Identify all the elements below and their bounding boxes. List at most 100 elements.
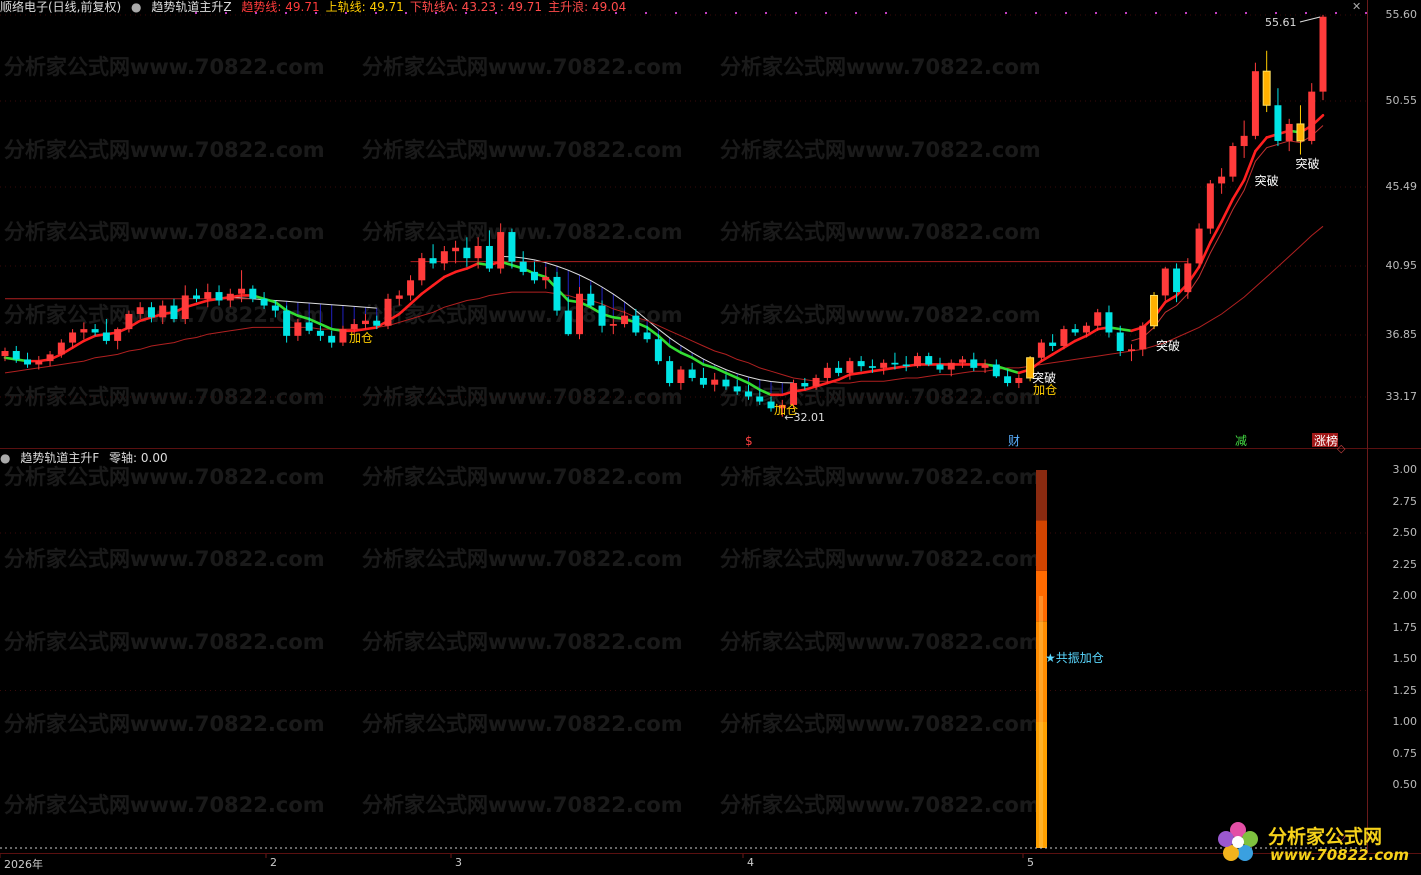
panel-divider[interactable] — [0, 448, 1421, 449]
candle-down — [519, 261, 527, 272]
price-chart[interactable]: 加仓加仓突破加仓突破突破突破55.61←32.01$ 财减涨榜★共振加仓 — [0, 0, 1421, 875]
event-marker: $ — [745, 434, 753, 448]
price-tick: 33.17 — [1385, 390, 1418, 403]
marker-dot — [1125, 12, 1127, 14]
marker-dot — [735, 12, 737, 14]
candle-down — [91, 329, 99, 333]
candle-down — [992, 364, 1000, 377]
marker-dot — [345, 12, 347, 14]
candle-down — [902, 364, 910, 367]
trend-line-segment — [443, 270, 457, 279]
candle-down — [936, 364, 944, 370]
candle-up — [339, 329, 347, 343]
candle-up — [823, 367, 831, 378]
marker-dot — [1305, 12, 1307, 14]
candle-down — [699, 377, 707, 385]
candle-down — [1274, 105, 1282, 141]
candle-down — [688, 369, 696, 378]
candle-down — [429, 258, 437, 264]
trend-line-segment — [195, 299, 210, 306]
marker-dot — [765, 12, 767, 14]
trend-line-segment — [871, 368, 885, 373]
candle-up — [542, 276, 550, 281]
oscillator-tick: 1.75 — [1392, 620, 1418, 634]
candle-up — [69, 332, 77, 343]
marker-dot — [285, 12, 287, 14]
trend-line-segment — [679, 351, 694, 360]
trend-line-segment — [420, 284, 435, 296]
candle-up — [1251, 71, 1259, 136]
marker-dot — [315, 12, 317, 14]
candle-down — [102, 332, 110, 341]
candle-up — [621, 315, 629, 325]
candle-up — [384, 298, 392, 326]
oscillator-tick: 0.75 — [1392, 746, 1418, 760]
marker-dot — [1335, 12, 1337, 14]
candle-down — [835, 367, 843, 373]
candle-down — [485, 245, 493, 269]
trend-line-segment — [296, 314, 311, 321]
candle-down — [373, 320, 381, 326]
candle-up — [677, 369, 685, 384]
candle-down — [1105, 312, 1113, 333]
oscillator-bar — [1036, 520, 1047, 571]
candle-up — [226, 293, 234, 301]
x-axis-line — [0, 853, 1421, 854]
high-price-label: 55.61 — [1265, 16, 1297, 29]
candle-up — [294, 322, 302, 336]
candle-up — [452, 247, 460, 252]
event-marker: 财 — [1008, 434, 1020, 448]
candle-up — [1037, 342, 1045, 358]
candle-down — [857, 361, 865, 367]
marker-dot — [1245, 12, 1247, 14]
trend-line-segment — [690, 356, 705, 366]
close-icon[interactable]: ✕ — [1352, 0, 1361, 13]
candle-up — [981, 364, 989, 368]
candle-up — [1319, 16, 1327, 92]
trend-line-segment — [1220, 197, 1235, 223]
candle-up — [361, 320, 369, 325]
marker-dot — [195, 12, 197, 14]
trend-line-segment — [859, 369, 874, 375]
trend-line-segment — [893, 364, 908, 370]
candle-up — [474, 245, 482, 259]
date-tick: 2026年 — [4, 858, 43, 871]
candle-down — [170, 305, 178, 320]
candle-down — [328, 335, 336, 343]
marker-dot — [1215, 12, 1217, 14]
oscillator-tick: 3.00 — [1392, 463, 1418, 476]
marker-dot — [795, 12, 797, 14]
trend-line-segment — [735, 376, 750, 385]
marker-dot — [1065, 12, 1067, 14]
candle-up — [711, 379, 719, 385]
oscillator-tick: 2.00 — [1392, 589, 1418, 602]
trend-line-segment — [1231, 178, 1246, 201]
flower-icon — [1216, 820, 1260, 864]
logo-title: 分析家公式网 — [1268, 826, 1383, 848]
marker-dot — [435, 12, 437, 14]
signal-candle — [1262, 70, 1271, 106]
resonance-annotation: ★共振加仓 — [1045, 651, 1104, 665]
low-price-label: ←32.01 — [784, 411, 825, 424]
price-tick: 45.49 — [1385, 180, 1418, 193]
oscillator-tick: 2.75 — [1392, 494, 1418, 508]
candle-up — [1229, 146, 1237, 177]
candle-down — [305, 322, 313, 331]
oscillator-tick: 1.50 — [1392, 652, 1418, 665]
trend-line-segment — [454, 267, 469, 274]
candle-up — [913, 356, 921, 367]
candle-up — [418, 258, 426, 281]
trend-line-segment — [668, 344, 683, 354]
candle-up — [57, 342, 65, 355]
candle-up — [880, 362, 888, 368]
candle-up — [959, 359, 967, 363]
trend-line-segment — [465, 262, 480, 270]
candle-up — [1128, 349, 1135, 352]
scroll-icon[interactable]: ◇ — [1337, 442, 1345, 455]
candle-down — [744, 391, 752, 397]
oscillator-tick: 0.50 — [1392, 778, 1418, 791]
candle-up — [1082, 325, 1090, 333]
trend-line-segment — [1118, 327, 1133, 333]
candle-down — [271, 305, 279, 311]
candle-down — [654, 339, 662, 362]
